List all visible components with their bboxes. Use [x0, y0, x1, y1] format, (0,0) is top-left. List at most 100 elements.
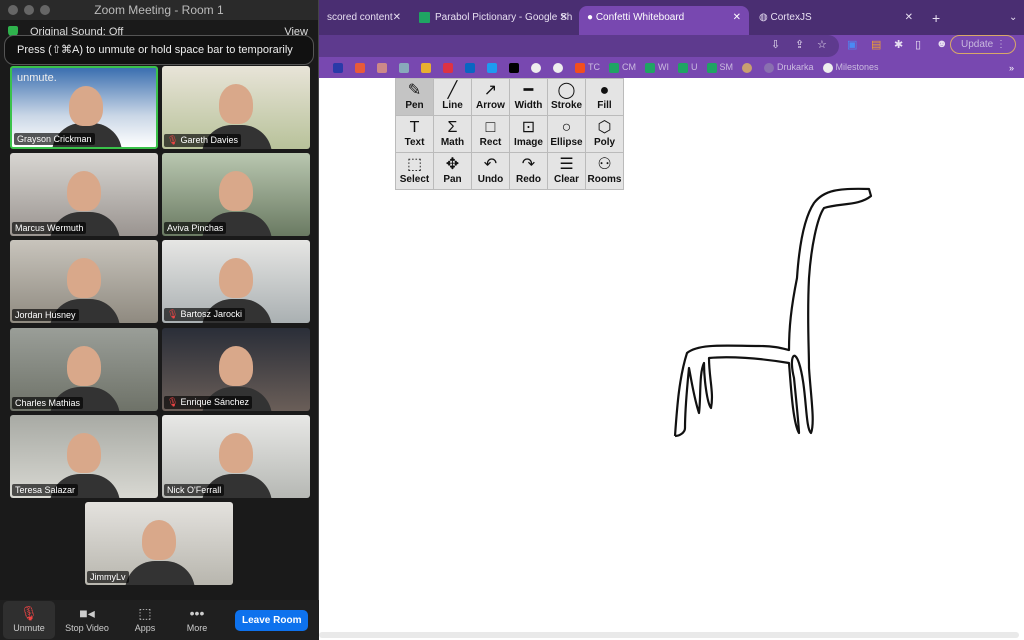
vertical-scrollbar[interactable]: [1016, 108, 1020, 628]
tool-fill[interactable]: ● Fill: [586, 79, 623, 115]
bookmark-icon[interactable]: [355, 62, 365, 73]
text-icon: T: [409, 119, 420, 136]
tool-clear[interactable]: ☰ Clear: [548, 153, 585, 189]
participant-video-tile[interactable]: Aviva Pinchas: [162, 153, 310, 236]
horizontal-scrollbar[interactable]: [319, 632, 1019, 638]
bookmark-milestones[interactable]: Milestones: [822, 62, 879, 73]
tab-parabol-pictionary[interactable]: Parabol Pictionary - Google Sh ✕: [411, 6, 576, 35]
close-tab-icon[interactable]: ✕: [393, 6, 401, 30]
bookmark-star-icon[interactable]: ☆: [817, 38, 827, 51]
bookmark-tc[interactable]: TC: [575, 62, 600, 73]
whiteboard-canvas[interactable]: ✎ Pen ╱ Line ↗ Arrow ━ Width ◯ Stroke ● Fill T Text Σ M…: [319, 78, 1024, 640]
bookmark-icon[interactable]: [333, 62, 343, 73]
extension-badge-icon[interactable]: ▤: [871, 38, 881, 51]
bookmark-u[interactable]: U: [678, 62, 698, 73]
more-bookmarks-icon[interactable]: »: [1009, 63, 1014, 73]
bookmark-icon[interactable]: [421, 62, 431, 73]
github-icon[interactable]: [553, 62, 563, 73]
pen-icon: ✎: [407, 82, 422, 99]
monkey-icon[interactable]: [742, 62, 752, 73]
tool-ellipse[interactable]: ○ Ellipse: [548, 116, 585, 152]
minimize-window-button[interactable]: [24, 5, 34, 15]
tab-title: Confetti Whiteboard: [595, 12, 685, 23]
translate-extension-icon[interactable]: ▣: [847, 38, 857, 51]
side-panel-icon[interactable]: ▯: [915, 38, 921, 51]
participant-video-tile[interactable]: 🎙︎ Gareth Davies: [162, 66, 310, 149]
tool-rect[interactable]: □ Rect: [472, 116, 509, 152]
participant-video-tile[interactable]: 🎙︎ Enrique Sánchez: [162, 328, 310, 411]
tab-title: CortexJS: [770, 12, 812, 23]
tool-select[interactable]: ⬚ Select: [396, 153, 433, 189]
tool-stroke[interactable]: ◯ Stroke: [548, 79, 585, 115]
bookmark-icon[interactable]: [443, 62, 453, 73]
participant-video-tile[interactable]: Charles Mathias: [10, 328, 158, 411]
linkedin-icon[interactable]: [465, 62, 475, 73]
profile-avatar[interactable]: ☻: [936, 38, 948, 50]
tool-undo[interactable]: ↶ Undo: [472, 153, 509, 189]
update-label: Update: [961, 39, 994, 50]
participant-video-tile[interactable]: JimmyLv: [85, 502, 233, 585]
participant-video-tile[interactable]: Teresa Salazar: [10, 415, 158, 498]
tool-line[interactable]: ╱ Line: [434, 79, 471, 115]
tool-rooms[interactable]: ⚇ Rooms: [586, 153, 623, 189]
close-tab-icon[interactable]: ✕: [733, 6, 741, 30]
tool-math[interactable]: Σ Math: [434, 116, 471, 152]
tool-poly[interactable]: ⬡ Poly: [586, 116, 623, 152]
participant-video-tile[interactable]: Jordan Husney: [10, 240, 158, 323]
tab-scored-content[interactable]: scored content ✕: [319, 6, 409, 35]
tool-image[interactable]: ⊡ Image: [510, 116, 547, 152]
tool-redo[interactable]: ↷ Redo: [510, 153, 547, 189]
extensions-puzzle-icon[interactable]: ✱: [894, 38, 903, 51]
more-dots-icon: •••: [189, 605, 205, 621]
participant-face: [67, 171, 101, 211]
unmute-hint-toast: Press (⇧⌘A) to unmute or hold space bar …: [4, 35, 314, 84]
tool-width[interactable]: ━ Width: [510, 79, 547, 115]
twitter-icon[interactable]: [487, 62, 497, 73]
tab-title: Parabol Pictionary - Google Sh: [435, 12, 573, 23]
close-window-button[interactable]: [8, 5, 18, 15]
participant-name: Marcus Wermuth: [12, 222, 87, 234]
tool-pen[interactable]: ✎ Pen: [396, 79, 433, 115]
leave-room-button[interactable]: Leave Room: [235, 609, 309, 631]
maximize-window-button[interactable]: [40, 5, 50, 15]
apps-button[interactable]: ⬚ Apps: [119, 601, 171, 639]
participant-video-tile[interactable]: Marcus Wermuth: [10, 153, 158, 236]
tool-pan[interactable]: ✥ Pan: [434, 153, 471, 189]
share-icon[interactable]: ⇪: [795, 38, 804, 51]
image-icon: ⊡: [521, 119, 536, 136]
participant-video-tile[interactable]: Nick O'Ferrall: [162, 415, 310, 498]
tab-cortexjs[interactable]: ◍ CortexJS ✕: [751, 6, 921, 35]
participant-name-text: Aviva Pinchas: [167, 223, 224, 233]
tool-arrow[interactable]: ↗ Arrow: [472, 79, 509, 115]
participant-video-tile[interactable]: 🎙︎ Bartosz Jarocki: [162, 240, 310, 323]
rooms-icon: ⚇: [597, 156, 612, 173]
video-camera-icon: ■◂: [79, 605, 95, 621]
more-button[interactable]: ••• More: [171, 601, 223, 639]
bookmark-icon[interactable]: [399, 62, 409, 73]
bookmark-cm[interactable]: CM: [609, 62, 636, 73]
new-tab-button[interactable]: +: [924, 6, 940, 35]
bookmark-wi[interactable]: WI: [645, 62, 669, 73]
bookmark-label: WI: [658, 62, 669, 73]
address-bar[interactable]: [319, 35, 839, 57]
bookmark-drukarka[interactable]: Drukarka: [764, 62, 814, 73]
bookmark-icon[interactable]: [377, 62, 387, 73]
width-icon: ━: [523, 82, 534, 99]
install-icon[interactable]: ⇩: [771, 38, 780, 51]
participant-name: Nick O'Ferrall: [164, 484, 225, 496]
stop-video-button[interactable]: ■◂ Stop Video: [55, 601, 119, 639]
tab-search-chevron-icon[interactable]: ⌄: [1001, 6, 1017, 35]
bookmark-label: Drukarka: [777, 62, 814, 73]
tool-text[interactable]: T Text: [396, 116, 433, 152]
close-tab-icon[interactable]: ✕: [560, 6, 568, 30]
bookmark-icon[interactable]: [509, 62, 519, 73]
unmute-button[interactable]: 🎙 Unmute: [3, 601, 55, 639]
confetti-favicon: ●: [587, 12, 596, 23]
update-button[interactable]: Update ⋮: [950, 35, 1016, 54]
close-tab-icon[interactable]: ✕: [905, 6, 913, 30]
globe-icon[interactable]: [531, 62, 541, 73]
bookmark-sm[interactable]: SM: [706, 62, 733, 73]
tool-label: Math: [440, 137, 465, 148]
muted-mic-icon: 🎙︎: [167, 309, 179, 319]
tab-confetti-whiteboard[interactable]: ● Confetti Whiteboard ✕: [579, 6, 749, 35]
